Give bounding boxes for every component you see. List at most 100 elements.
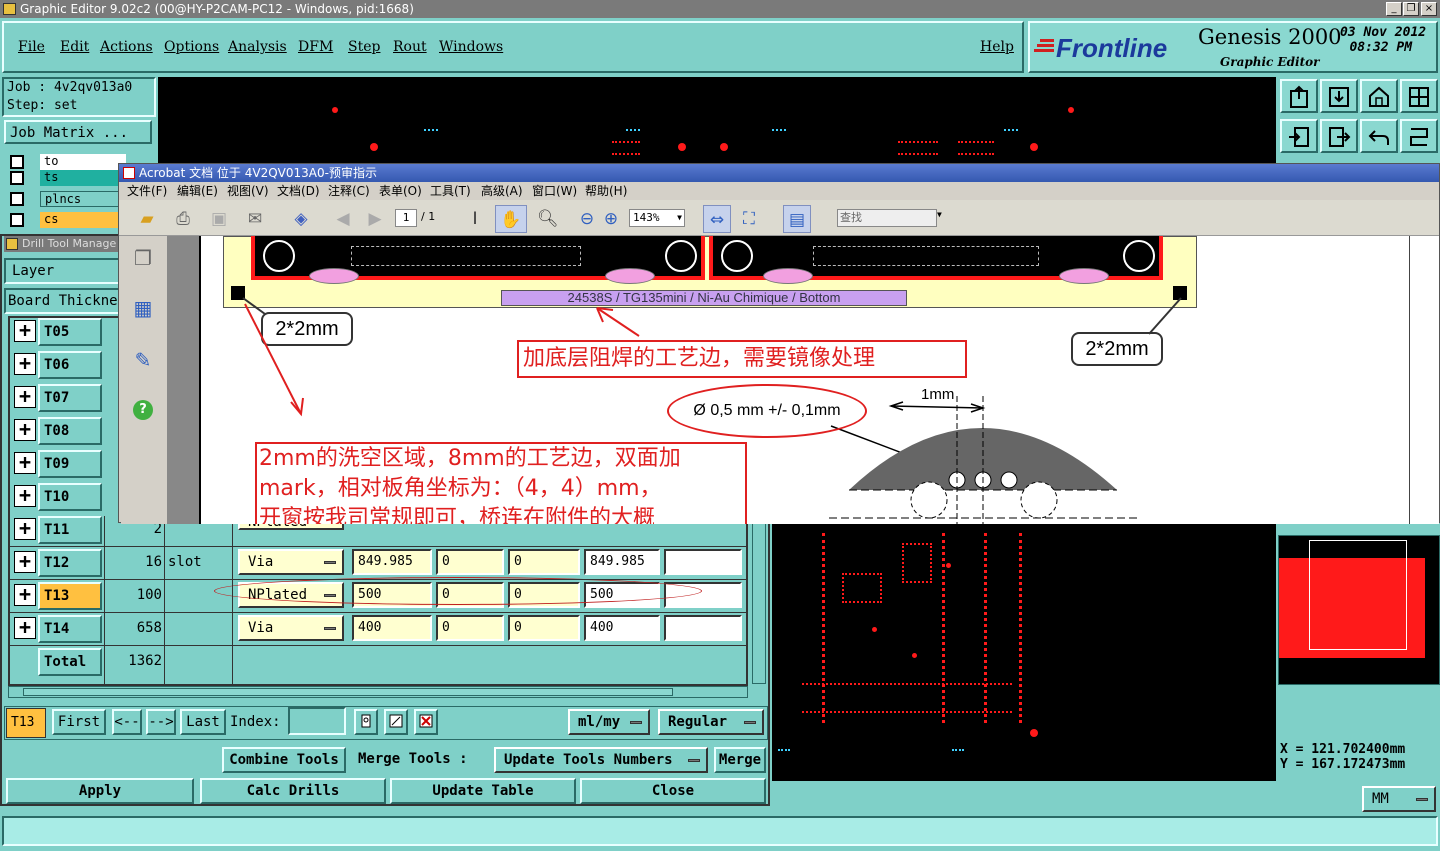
unit-selector[interactable]: MM [1362, 786, 1436, 812]
tool-id[interactable]: T07 [38, 384, 102, 412]
layer-name[interactable]: to [40, 154, 126, 170]
view-rectangle[interactable] [1309, 540, 1407, 650]
save-icon[interactable]: ▣ [209, 209, 229, 229]
expand-icon[interactable]: + [14, 353, 36, 375]
zoom-in-icon[interactable]: ⊕ [601, 209, 621, 229]
menu-file[interactable]: File [18, 39, 45, 55]
zoom-level-select[interactable]: 143% ▼ [629, 209, 685, 227]
tool-id[interactable]: T09 [38, 450, 102, 478]
split-view-icon[interactable] [1400, 79, 1438, 113]
update-tools-numbers-select[interactable]: Update Tools Numbers [494, 747, 708, 773]
tool-type-select[interactable]: Via [238, 549, 344, 575]
export-icon[interactable] [1320, 119, 1358, 153]
pdf-document-page[interactable]: 24538S / TG135mini / Ni-Au Chimique / Bo… [199, 236, 1439, 524]
open-folder-icon[interactable]: ▰ [137, 209, 157, 229]
tool-id-selected[interactable]: T13 [38, 582, 102, 610]
acro-menu-help[interactable]: 帮助(H) [585, 182, 627, 200]
combine-tools-button[interactable]: Combine Tools [222, 747, 346, 773]
expand-icon[interactable]: + [14, 452, 36, 474]
find-icon[interactable] [354, 709, 378, 735]
home-icon[interactable] [1360, 79, 1398, 113]
hand-tool-icon[interactable]: ✋ [495, 205, 527, 233]
tool-min-tol-field[interactable]: 0 [436, 615, 504, 641]
help-icon[interactable]: ? [133, 400, 153, 420]
acro-menu-comments[interactable]: 注释(C) [328, 182, 370, 200]
tool-id[interactable]: T08 [38, 417, 102, 445]
menu-help[interactable]: Help [980, 39, 1014, 55]
graphic-canvas-main[interactable] [772, 523, 1276, 781]
print-icon[interactable]: ⎙ [173, 209, 193, 229]
expand-icon[interactable]: + [14, 386, 36, 408]
layer-checkbox[interactable] [10, 171, 24, 185]
menu-options[interactable]: Options [164, 39, 219, 55]
save-view-icon[interactable] [1320, 79, 1358, 113]
expand-icon[interactable]: + [14, 584, 36, 606]
page-number-input[interactable]: 1 [395, 209, 417, 227]
graphic-canvas-top[interactable] [158, 77, 1276, 163]
tool-finish-field[interactable]: 400 [584, 615, 660, 641]
expand-icon[interactable]: + [14, 518, 36, 540]
expand-icon[interactable]: + [14, 617, 36, 639]
signatures-icon[interactable]: ✎ [133, 350, 153, 370]
job-matrix-button[interactable]: Job Matrix ... [4, 120, 152, 144]
email-icon[interactable]: ✉ [245, 209, 265, 229]
acro-menu-forms[interactable]: 表单(O) [379, 182, 422, 200]
vertical-scrollbar[interactable] [752, 516, 766, 684]
minimize-icon[interactable]: _ [1386, 2, 1402, 16]
menu-step[interactable]: Step [348, 39, 380, 55]
next-page-icon[interactable]: ▶ [365, 209, 385, 229]
tool-id[interactable]: T14 [38, 615, 102, 643]
tool-size-field[interactable]: 849.985 [352, 549, 432, 575]
tool-note-field[interactable] [664, 549, 742, 575]
acro-menu-view[interactable]: 视图(V) [227, 182, 269, 200]
undo-icon[interactable] [1360, 119, 1398, 153]
layer-name[interactable]: plncs [40, 191, 126, 207]
tool-id[interactable]: T11 [38, 516, 102, 544]
redo-icon[interactable] [1400, 119, 1438, 153]
previous-page-icon[interactable]: ◀ [333, 209, 353, 229]
zoom-out-icon[interactable]: ⊖ [577, 209, 597, 229]
acro-menu-tools[interactable]: 工具(T) [430, 182, 471, 200]
expand-icon[interactable]: + [14, 551, 36, 573]
menu-analysis[interactable]: Analysis [228, 39, 287, 55]
layer-checkbox[interactable] [10, 213, 24, 227]
apply-button[interactable]: Apply [6, 778, 194, 804]
delete-icon[interactable] [414, 709, 438, 735]
fit-page-icon[interactable]: ⛶ [739, 209, 759, 229]
close-button[interactable]: Close [580, 778, 766, 804]
tool-min-tol-field[interactable]: 0 [436, 549, 504, 575]
tool-id[interactable]: T12 [38, 549, 102, 577]
mode-select[interactable]: Regular [658, 709, 764, 735]
close-icon[interactable]: × [1421, 2, 1437, 16]
layer-checkbox[interactable] [10, 155, 24, 169]
tool-max-tol-field[interactable]: 0 [508, 615, 580, 641]
expand-icon[interactable]: + [14, 320, 36, 342]
last-button[interactable]: Last [180, 709, 226, 735]
restore-icon[interactable]: ❐ [1403, 2, 1419, 16]
units-select[interactable]: ml/my [568, 709, 650, 735]
tool-id[interactable]: T10 [38, 483, 102, 511]
zoom-tool-icon[interactable]: 🔍︎ [537, 209, 559, 229]
continuous-view-icon[interactable]: ▤ [783, 205, 811, 233]
acro-menu-edit[interactable]: 编辑(E) [177, 182, 218, 200]
layer-name[interactable]: cs [40, 212, 126, 228]
first-button[interactable]: First [52, 709, 106, 735]
horizontal-scrollbar[interactable] [8, 686, 748, 698]
import-icon[interactable] [1280, 119, 1318, 153]
update-table-button[interactable]: Update Table [390, 778, 576, 804]
menu-actions[interactable]: Actions [100, 39, 153, 55]
index-input[interactable] [288, 707, 346, 735]
menu-edit[interactable]: Edit [60, 39, 89, 55]
tool-size-field[interactable]: 400 [352, 615, 432, 641]
tool-finish-field[interactable]: 849.985 [584, 549, 660, 575]
menu-dfm[interactable]: DFM [298, 39, 333, 55]
search-dropdown-icon[interactable]: ▼ [937, 210, 942, 219]
bookmarks-icon[interactable]: ▦ [133, 298, 153, 318]
select-text-icon[interactable]: I [465, 209, 485, 229]
acro-menu-document[interactable]: 文档(D) [277, 182, 320, 200]
layer-name[interactable]: ts [40, 170, 126, 186]
edit-icon[interactable] [384, 709, 408, 735]
expand-icon[interactable]: + [14, 419, 36, 441]
tool-id[interactable]: T06 [38, 351, 102, 379]
menu-rout[interactable]: Rout [393, 39, 427, 55]
